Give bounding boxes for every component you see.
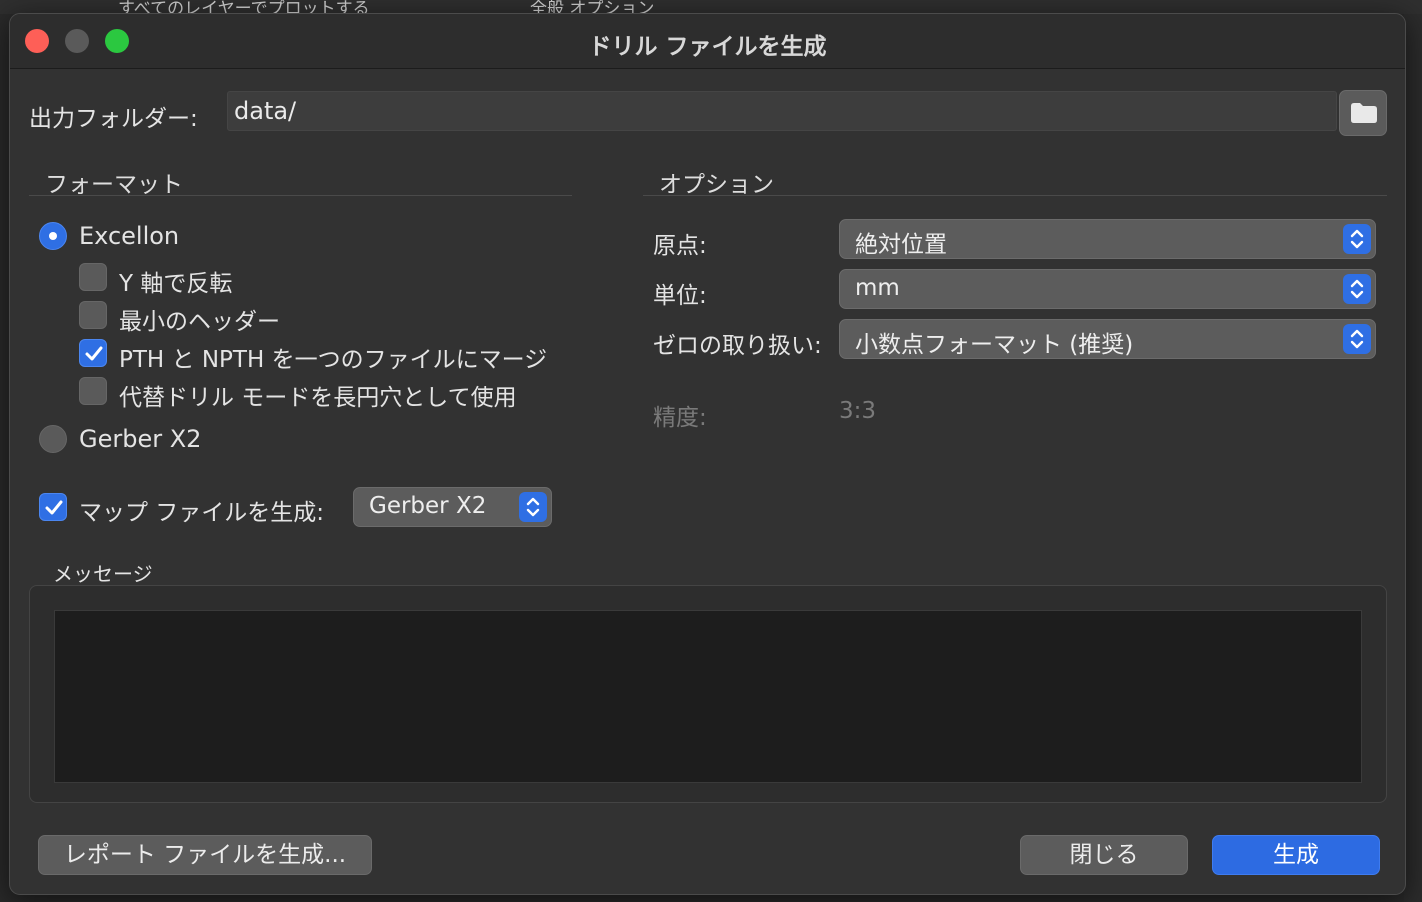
messages-title: メッセージ <box>53 562 153 586</box>
options-group-title: オプション <box>659 172 774 198</box>
checkmark-icon <box>45 500 63 515</box>
browse-folder-button[interactable] <box>1339 90 1387 136</box>
title-bar: ドリル ファイルを生成 <box>10 14 1405 69</box>
merge-pth-npth-label: PTH と NPTH を一つのファイルにマージ <box>119 347 548 373</box>
close-button[interactable]: 閉じる <box>1020 835 1188 875</box>
map-file-checkbox[interactable] <box>39 493 67 521</box>
gerber-x2-label: Gerber X2 <box>79 425 202 453</box>
generate-report-button[interactable]: レポート ファイルを生成... <box>38 835 372 875</box>
origin-select[interactable]: 絶対位置 <box>839 219 1376 259</box>
stepper-icon <box>1343 274 1371 304</box>
background-toolbar: すべてのレイヤーでプロットする 全般 オプション <box>0 0 1422 14</box>
alt-drill-mode-label: 代替ドリル モードを長円穴として使用 <box>119 385 517 411</box>
gerber-x2-radio[interactable] <box>39 425 67 453</box>
precision-label: 精度: <box>653 405 707 431</box>
dialog-title: ドリル ファイルを生成 <box>588 34 827 60</box>
background-peek-text: すべてのレイヤーでプロットする <box>118 0 370 14</box>
units-label: 単位: <box>653 283 707 309</box>
minimal-header-checkbox[interactable] <box>79 301 107 329</box>
units-value: mm <box>855 275 900 301</box>
format-separator <box>29 195 572 196</box>
options-separator <box>643 195 1387 196</box>
stepper-icon <box>1343 324 1371 354</box>
messages-group <box>29 585 1387 803</box>
stepper-icon <box>1343 224 1371 254</box>
map-file-label: マップ ファイルを生成: <box>79 500 325 526</box>
background-peek-text: 全般 オプション <box>530 0 655 14</box>
checkmark-icon <box>85 346 103 361</box>
minimal-header-label: 最小のヘッダー <box>119 309 280 335</box>
mirror-y-checkbox[interactable] <box>79 263 107 291</box>
zeros-select[interactable]: 小数点フォーマット (推奨) <box>839 319 1376 359</box>
units-select[interactable]: mm <box>839 269 1376 309</box>
map-format-select[interactable]: Gerber X2 <box>353 487 552 527</box>
origin-value: 絶対位置 <box>855 232 947 258</box>
precision-value: 3:3 <box>839 398 877 424</box>
origin-label: 原点: <box>653 233 707 259</box>
format-group-title: フォーマット <box>45 172 183 198</box>
excellon-label: Excellon <box>79 222 180 250</box>
folder-icon <box>1351 103 1377 123</box>
generate-button[interactable]: 生成 <box>1212 835 1380 875</box>
excellon-radio[interactable] <box>39 222 67 250</box>
drill-file-dialog: ドリル ファイルを生成 出力フォルダー: フォーマット Excellon Y 軸… <box>9 13 1406 895</box>
merge-pth-npth-checkbox[interactable] <box>79 339 107 367</box>
alt-drill-mode-checkbox[interactable] <box>79 377 107 405</box>
messages-area[interactable] <box>54 610 1362 783</box>
map-format-value: Gerber X2 <box>369 493 487 519</box>
output-folder-label: 出力フォルダー: <box>29 106 198 132</box>
output-folder-input[interactable] <box>227 91 1337 131</box>
stepper-icon <box>519 492 547 522</box>
mirror-y-label: Y 軸で反転 <box>119 271 233 297</box>
background-panel <box>1404 14 1422 902</box>
zeros-value: 小数点フォーマット (推奨) <box>855 332 1134 358</box>
zeros-label: ゼロの取り扱い: <box>653 333 822 359</box>
